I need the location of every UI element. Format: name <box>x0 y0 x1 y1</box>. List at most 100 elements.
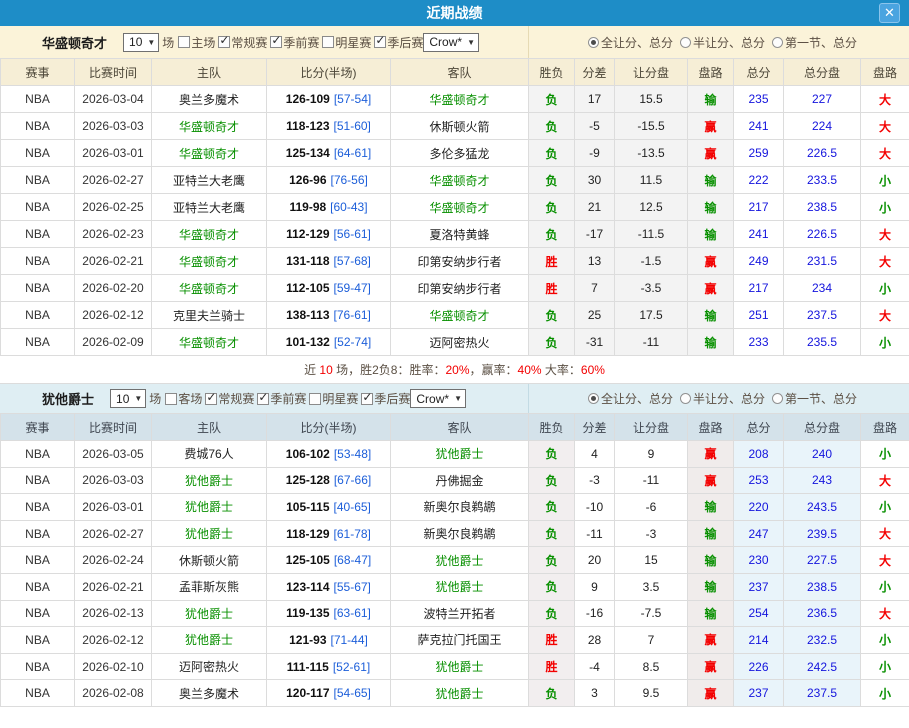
handicap-cell: 9 <box>615 441 688 468</box>
handicap-cell: -3.5 <box>615 275 688 302</box>
league-cell: NBA <box>1 573 75 600</box>
score-cell: 111-115[52-61] <box>267 653 391 680</box>
games-count-select[interactable]: 10 ▼ <box>123 33 159 52</box>
scope-radio[interactable]: 半让分、总分 <box>673 390 765 407</box>
date-cell: 2026-03-05 <box>75 441 152 468</box>
scope-radio[interactable]: 全让分、总分 <box>581 34 673 51</box>
date-cell: 2026-02-21 <box>75 248 152 275</box>
checkbox-unchecked-icon[interactable] <box>322 36 334 48</box>
ou-cell: 大 <box>861 600 909 627</box>
radio-unselected-icon[interactable] <box>772 37 783 48</box>
half-score: [53-48] <box>334 447 371 461</box>
score-cell: 112-105[59-47] <box>267 275 391 302</box>
score-cell: 118-123[51-60] <box>267 113 391 140</box>
checkbox-checked-icon[interactable] <box>374 36 386 48</box>
scope-radio[interactable]: 半让分、总分 <box>673 34 765 51</box>
ou-cell: 大 <box>861 520 909 547</box>
checkbox-unchecked-icon[interactable] <box>309 393 321 405</box>
radio-selected-icon[interactable] <box>588 37 599 48</box>
diff-cell: -10 <box>575 494 615 521</box>
final-score: 101-132 <box>286 335 330 349</box>
column-header: 盘路 <box>861 59 909 86</box>
diff-cell: 17 <box>575 86 615 113</box>
half-score: [59-47] <box>334 281 371 295</box>
games-count-select[interactable]: 10 ▼ <box>110 389 146 408</box>
league-cell: NBA <box>1 494 75 521</box>
half-score: [76-56] <box>331 173 368 187</box>
cover-cell: 输 <box>688 547 734 574</box>
diff-cell: 4 <box>575 441 615 468</box>
filter-checkbox[interactable]: 主场 <box>175 34 215 51</box>
date-cell: 2026-02-12 <box>75 302 152 329</box>
summary-segment: 大率： <box>542 363 581 377</box>
away-team-cell: 休斯顿火箭 <box>391 113 529 140</box>
half-score: [67-66] <box>334 473 371 487</box>
results-table: 赛事比赛时间主队比分(半场)客队胜负分差让分盘盘路总分总分盘盘路 NBA2026… <box>0 413 909 707</box>
filter-checkbox[interactable]: 明星赛 <box>306 390 358 407</box>
column-header: 让分盘 <box>615 414 688 441</box>
checkbox-checked-icon[interactable] <box>205 393 217 405</box>
filter-checkbox[interactable]: 季前赛 <box>254 390 306 407</box>
game-row: NBA2026-02-21孟菲斯灰熊123-114[55-67]犹他爵士负93.… <box>1 573 909 600</box>
close-button[interactable]: ✕ <box>879 3 900 23</box>
column-header: 盘路 <box>861 414 909 441</box>
checkbox-checked-icon[interactable] <box>218 36 230 48</box>
total-line-cell: 240 <box>784 441 861 468</box>
filter-checkbox[interactable]: 常规赛 <box>215 34 267 51</box>
game-row: NBA2026-02-09华盛顿奇才101-132[52-74]迈阿密热火负-3… <box>1 329 909 356</box>
ou-cell: 小 <box>861 573 909 600</box>
handicap-cell: 9.5 <box>615 680 688 707</box>
scope-radio[interactable]: 第一节、总分 <box>765 390 857 407</box>
final-score: 138-113 <box>286 308 329 322</box>
filter-checkbox[interactable]: 客场 <box>162 390 202 407</box>
column-header: 盘路 <box>688 414 734 441</box>
source-select[interactable]: Crow* ▼ <box>423 33 479 52</box>
filter-checkbox[interactable]: 季后赛 <box>371 34 423 51</box>
filter-checkbox[interactable]: 季前赛 <box>267 34 319 51</box>
scope-radio-label: 第一节、总分 <box>785 390 857 407</box>
filter-label: 客场 <box>178 390 202 407</box>
section-wizards: 华盛顿奇才 10 ▼ 场 主场常规赛季前赛明星赛季后赛 Crow* ▼ 全让分、… <box>0 26 909 384</box>
checkbox-checked-icon[interactable] <box>361 393 373 405</box>
scope-radio[interactable]: 全让分、总分 <box>581 390 673 407</box>
ou-cell: 小 <box>861 329 909 356</box>
radio-unselected-icon[interactable] <box>680 37 691 48</box>
chevron-down-icon: ▼ <box>454 394 462 403</box>
scope-radio-label: 全让分、总分 <box>601 34 673 51</box>
league-cell: NBA <box>1 627 75 654</box>
result-cell: 胜 <box>529 653 575 680</box>
ou-cell: 大 <box>861 221 909 248</box>
filter-checkbox[interactable]: 季后赛 <box>358 390 410 407</box>
source-value: Crow* <box>416 392 449 406</box>
radio-selected-icon[interactable] <box>588 393 599 404</box>
filter-checkbox[interactable]: 明星赛 <box>319 34 371 51</box>
diff-cell: 13 <box>575 248 615 275</box>
checkbox-unchecked-icon[interactable] <box>165 393 177 405</box>
filter-label: 明星赛 <box>322 390 358 407</box>
summary-segment: ，赢率： <box>470 363 518 377</box>
cover-cell: 赢 <box>688 248 734 275</box>
home-team-cell: 费城76人 <box>152 441 267 468</box>
league-cell: NBA <box>1 441 75 468</box>
diff-cell: 3 <box>575 680 615 707</box>
source-select[interactable]: Crow* ▼ <box>410 389 466 408</box>
filter-checkbox[interactable]: 常规赛 <box>202 390 254 407</box>
radio-unselected-icon[interactable] <box>772 393 783 404</box>
date-cell: 2026-03-03 <box>75 113 152 140</box>
checkbox-checked-icon[interactable] <box>257 393 269 405</box>
home-team-cell: 孟菲斯灰熊 <box>152 573 267 600</box>
scope-radio[interactable]: 第一节、总分 <box>765 34 857 51</box>
radio-unselected-icon[interactable] <box>680 393 691 404</box>
league-cell: NBA <box>1 680 75 707</box>
away-team-cell: 华盛顿奇才 <box>391 302 529 329</box>
result-cell: 负 <box>529 167 575 194</box>
checkbox-unchecked-icon[interactable] <box>178 36 190 48</box>
league-cell: NBA <box>1 467 75 494</box>
total-line-cell: 227 <box>784 86 861 113</box>
result-cell: 负 <box>529 140 575 167</box>
cover-cell: 赢 <box>688 627 734 654</box>
checkbox-checked-icon[interactable] <box>270 36 282 48</box>
column-header: 赛事 <box>1 59 75 86</box>
total-cell: 241 <box>734 221 784 248</box>
team-name-label: 犹他爵士 <box>42 389 94 408</box>
